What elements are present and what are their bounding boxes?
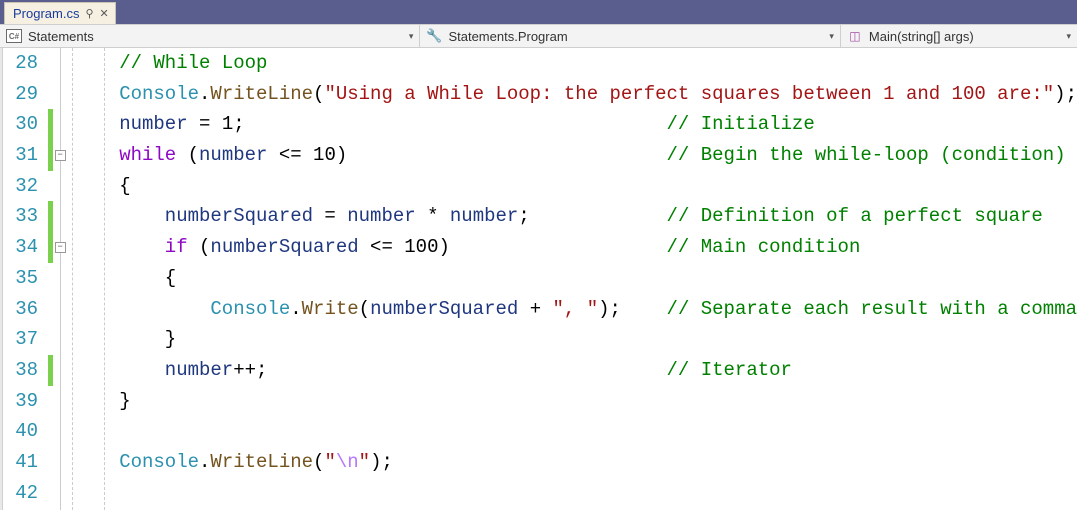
code-line[interactable]: while (number <= 10) // Begin the while-… (119, 140, 1077, 171)
code-line[interactable]: { (119, 171, 1077, 202)
method-label: Main(string[] args) (869, 29, 974, 44)
class-label: Statements.Program (448, 29, 567, 44)
line-number: 40 (3, 416, 39, 447)
line-number: 35 (3, 263, 39, 294)
class-dropdown[interactable]: 🔧 Statements.Program ▾ (420, 25, 840, 47)
line-number: 33 (3, 201, 39, 232)
line-number-gutter: 282930313233343536373839404142 (3, 48, 49, 510)
code-editor[interactable]: 282930313233343536373839404142 −− // Whi… (0, 48, 1077, 510)
code-line[interactable]: } (119, 324, 1077, 355)
code-line[interactable]: Console.WriteLine("\n"); (119, 447, 1077, 478)
fold-toggle[interactable]: − (55, 150, 66, 161)
indent-guides (70, 48, 119, 510)
line-number: 29 (3, 79, 39, 110)
line-number: 39 (3, 386, 39, 417)
code-line[interactable]: // While Loop (119, 48, 1077, 79)
line-number: 34 (3, 232, 39, 263)
csharp-icon: C# (6, 29, 22, 43)
editor-tabstrip: Program.cs ⚲ ✕ (0, 0, 1077, 24)
code-line[interactable] (119, 416, 1077, 447)
line-number: 36 (3, 294, 39, 325)
code-line[interactable]: } (119, 386, 1077, 417)
line-number: 28 (3, 48, 39, 79)
chevron-down-icon: ▾ (829, 31, 834, 42)
file-tab-label: Program.cs (13, 6, 79, 21)
line-number: 32 (3, 171, 39, 202)
code-line[interactable] (119, 478, 1077, 509)
line-number: 38 (3, 355, 39, 386)
class-icon: 🔧 (426, 28, 442, 44)
code-line[interactable]: numberSquared = number * number; // Defi… (119, 201, 1077, 232)
code-line[interactable]: Console.Write(numberSquared + ", "); // … (119, 294, 1077, 325)
code-line[interactable]: number = 1; // Initialize (119, 109, 1077, 140)
pin-icon[interactable]: ⚲ (85, 7, 93, 20)
method-dropdown[interactable]: ◫ Main(string[] args) ▾ (841, 25, 1077, 47)
method-icon: ◫ (847, 28, 863, 44)
file-tab[interactable]: Program.cs ⚲ ✕ (4, 2, 116, 24)
line-number: 37 (3, 324, 39, 355)
line-number: 41 (3, 447, 39, 478)
close-icon[interactable]: ✕ (100, 7, 109, 20)
fold-toggle[interactable]: − (55, 242, 66, 253)
line-number: 42 (3, 478, 39, 509)
code-line[interactable]: if (numberSquared <= 100) // Main condit… (119, 232, 1077, 263)
chevron-down-icon: ▾ (1066, 31, 1071, 42)
chevron-down-icon: ▾ (409, 31, 414, 42)
code-line[interactable]: { (119, 263, 1077, 294)
outline-column: −− (53, 48, 70, 510)
navigation-bar: C# Statements ▾ 🔧 Statements.Program ▾ ◫… (0, 24, 1077, 48)
line-number: 31 (3, 140, 39, 171)
code-line[interactable]: number++; // Iterator (119, 355, 1077, 386)
line-number: 30 (3, 109, 39, 140)
code-line[interactable]: Console.WriteLine("Using a While Loop: t… (119, 79, 1077, 110)
namespace-dropdown[interactable]: C# Statements ▾ (0, 25, 420, 47)
code-area[interactable]: // While LoopConsole.WriteLine("Using a … (119, 48, 1077, 510)
namespace-label: Statements (28, 29, 94, 44)
